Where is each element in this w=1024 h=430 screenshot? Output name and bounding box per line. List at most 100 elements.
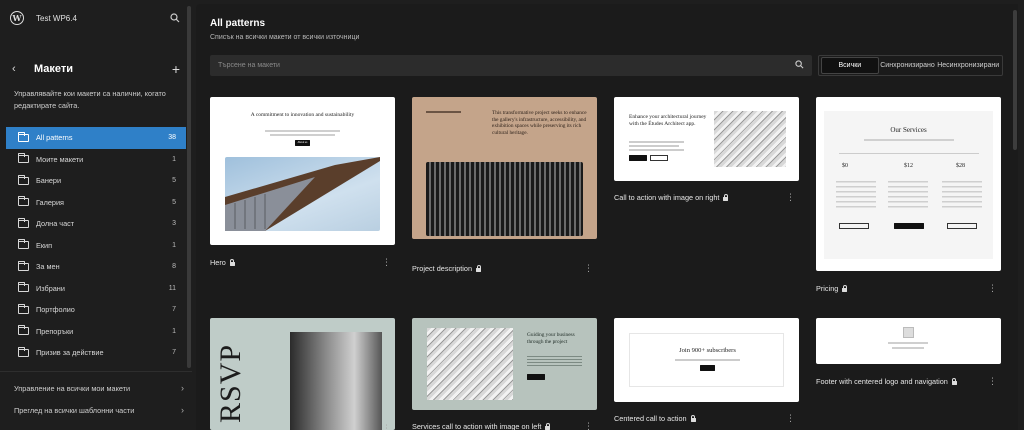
price-free: $0 xyxy=(842,163,848,169)
pattern-card-footer-centered-logo[interactable]: Footer with centered logo and navigation… xyxy=(816,318,1001,430)
sidebar-description: Управлявайте кои макети са налични, кога… xyxy=(14,89,166,110)
sidebar-divider xyxy=(0,371,192,372)
more-options-icon[interactable]: ⋮ xyxy=(786,193,795,202)
add-pattern-plus-icon[interactable]: + xyxy=(172,61,180,77)
pattern-preview[interactable]: A commitment to innovation and sustainab… xyxy=(210,97,395,245)
pattern-card-cta-image-right[interactable]: Enhance your architectural journey with … xyxy=(614,97,799,212)
category-label: Екип xyxy=(36,240,53,250)
lock-icon xyxy=(951,377,957,385)
manage-patterns-link[interactable]: Управление на всички мои макети › xyxy=(14,383,184,393)
price-top: $28 xyxy=(956,163,965,169)
filter-synced-button[interactable]: Синхронизирано xyxy=(879,57,937,74)
search-icon[interactable] xyxy=(795,60,804,71)
category-label: Галерия xyxy=(36,197,65,207)
lock-icon xyxy=(842,284,848,292)
price-mid: $12 xyxy=(904,163,913,169)
pattern-card-centered-cta[interactable]: Join 900+ subscribers Centered call to a… xyxy=(614,318,799,430)
category-count: 3 xyxy=(172,220,176,228)
folder-icon xyxy=(18,153,29,164)
category-item-all-patterns[interactable]: All patterns 38 xyxy=(6,127,186,149)
pricing-panel: Our Services $0 $12 $28 xyxy=(824,111,993,259)
more-options-icon[interactable]: ⋮ xyxy=(584,422,593,430)
preview-list-line xyxy=(629,145,679,147)
category-item-gallery[interactable]: Галерия 5 xyxy=(6,192,186,214)
back-chevron-icon[interactable]: ‹ xyxy=(12,63,26,75)
folder-icon xyxy=(18,196,29,207)
sidebar-scrollbar[interactable] xyxy=(187,6,191,368)
pattern-title-row: Hero xyxy=(210,258,235,267)
manage-patterns-label: Управление на всички мои макети xyxy=(14,383,131,393)
category-label: All patterns xyxy=(36,133,73,143)
site-name[interactable]: Test WP6.4 xyxy=(36,14,156,23)
pattern-title: Centered call to action xyxy=(614,414,687,423)
more-options-icon[interactable]: ⋮ xyxy=(988,284,997,293)
category-item-footer[interactable]: Долна част 3 xyxy=(6,213,186,235)
more-options-icon[interactable]: ⋮ xyxy=(584,264,593,273)
filter-all-button[interactable]: Всички xyxy=(821,57,879,74)
search-input[interactable]: Търсене на макети xyxy=(218,62,795,69)
preview-button xyxy=(700,365,715,371)
pattern-title: Call to action with image on right xyxy=(614,193,720,202)
search-bar[interactable]: Търсене на макети xyxy=(210,55,812,76)
pattern-preview[interactable]: Guiding your business through the projec… xyxy=(412,318,597,410)
more-options-icon[interactable]: ⋮ xyxy=(988,377,997,386)
pattern-preview[interactable]: Join 900+ subscribers xyxy=(614,318,799,402)
more-options-icon[interactable]: ⋮ xyxy=(382,258,391,267)
more-options-icon[interactable]: ⋮ xyxy=(786,414,795,423)
template-parts-label: Преглед на всички шаблонни части xyxy=(14,405,135,415)
preview-button xyxy=(527,374,545,380)
category-item-portfolio[interactable]: Портфолио 7 xyxy=(6,299,186,321)
pattern-card-project-description[interactable]: This transformative project seeks to enh… xyxy=(412,97,597,282)
folder-icon xyxy=(18,239,29,250)
category-label: Портфолио xyxy=(36,305,75,315)
pattern-preview[interactable]: Our Services $0 $12 $28 xyxy=(816,97,1001,271)
category-item-featured[interactable]: Избрани 11 xyxy=(6,278,186,300)
category-item-banners[interactable]: Банери 5 xyxy=(6,170,186,192)
category-label: Призив за действие xyxy=(36,348,104,358)
more-options-icon[interactable]: ⋮ xyxy=(382,424,391,430)
main-scrollbar[interactable] xyxy=(1012,4,1018,430)
wordpress-logo-icon[interactable]: W xyxy=(10,11,24,25)
pattern-title: Pricing xyxy=(816,284,839,293)
corridor-image xyxy=(290,332,382,430)
category-item-call-to-action[interactable]: Призив за действие 7 xyxy=(6,342,186,364)
pattern-preview[interactable] xyxy=(816,318,1001,364)
rsvp-heading: RSVP xyxy=(214,343,247,423)
preview-credit-line xyxy=(892,347,924,349)
cta-panel: Join 900+ subscribers xyxy=(629,333,784,387)
preview-button: About us xyxy=(295,140,310,146)
preview-heading: This transformative project seeks to enh… xyxy=(492,110,587,136)
lock-icon xyxy=(690,414,696,422)
category-item-about[interactable]: За мен 8 xyxy=(6,256,186,278)
main-panel: All patterns Списък на всички макети от … xyxy=(196,4,1018,430)
pattern-preview[interactable]: Enhance your architectural journey with … xyxy=(614,97,799,181)
category-item-team[interactable]: Екип 1 xyxy=(6,235,186,257)
category-item-testimonials[interactable]: Препоръки 1 xyxy=(6,321,186,343)
pattern-card-pricing[interactable]: Our Services $0 $12 $28 Pricing ⋮ xyxy=(816,97,1001,302)
pattern-card-hero[interactable]: A commitment to innovation and sustainab… xyxy=(210,97,395,272)
category-count: 1 xyxy=(172,327,176,335)
folder-icon xyxy=(18,131,29,142)
pattern-card-services-cta-left[interactable]: Guiding your business through the projec… xyxy=(412,318,597,430)
category-count: 7 xyxy=(172,349,176,357)
lock-icon xyxy=(476,264,482,272)
lock-icon xyxy=(229,258,235,266)
category-label: Банери xyxy=(36,176,62,186)
category-item-my-patterns[interactable]: Моите макети 1 xyxy=(6,149,186,171)
building-image xyxy=(225,157,380,231)
pattern-preview[interactable]: RSVP xyxy=(210,318,395,430)
preview-button xyxy=(629,155,647,161)
search-icon[interactable] xyxy=(168,11,182,25)
scrollbar-thumb[interactable] xyxy=(1013,10,1017,150)
pattern-preview[interactable]: This transformative project seeks to enh… xyxy=(412,97,597,239)
chevron-right-icon: › xyxy=(181,383,184,393)
folder-icon xyxy=(18,346,29,357)
template-parts-link[interactable]: Преглед на всички шаблонни части › xyxy=(14,405,184,415)
folder-icon xyxy=(18,217,29,228)
folder-icon xyxy=(18,282,29,293)
pattern-title-row: Footer with centered logo and navigation xyxy=(816,377,957,386)
preview-heading: Join 900+ subscribers xyxy=(679,347,736,354)
page-subtitle: Списък на всички макети от всички източн… xyxy=(210,34,360,41)
filter-unsynced-button[interactable]: Несинхронизирани xyxy=(936,57,1000,74)
pattern-card-rsvp[interactable]: RSVP ⋮ xyxy=(210,318,395,430)
